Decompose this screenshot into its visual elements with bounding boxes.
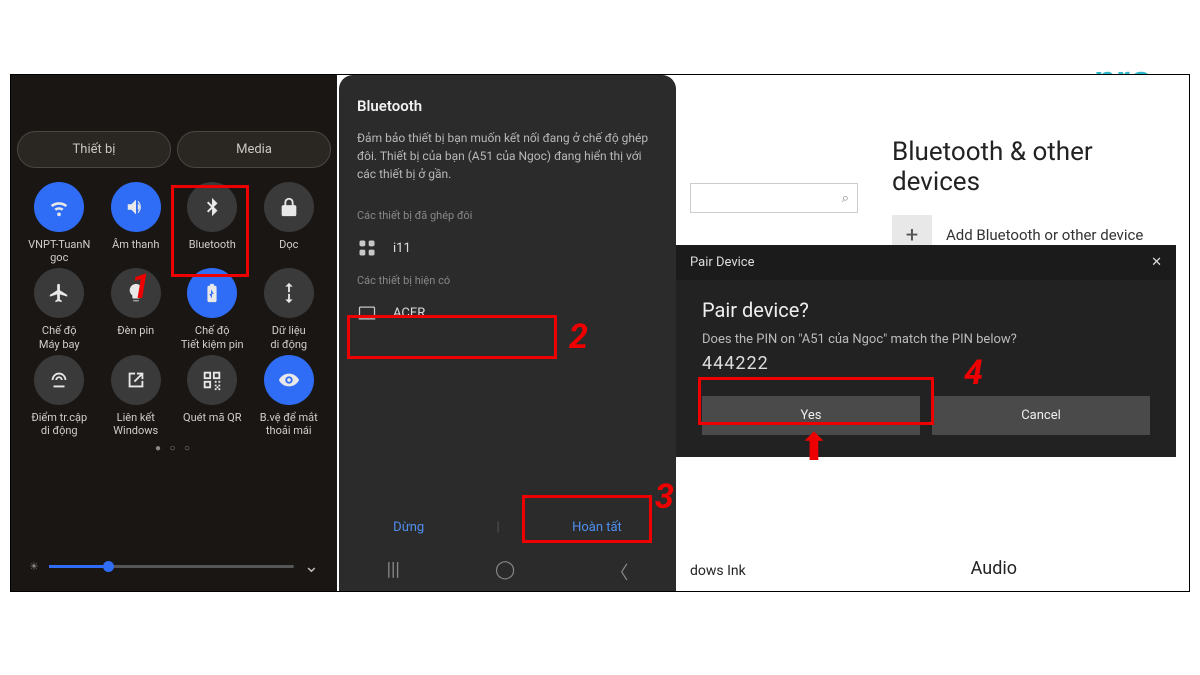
- hotspot-icon: [34, 355, 84, 405]
- wifi-icon: [34, 182, 84, 232]
- tile-label: VNPT-TuanN goc: [28, 238, 90, 264]
- qr-icon: [187, 355, 237, 405]
- tab-media[interactable]: Media: [177, 131, 331, 168]
- qs-tile-data[interactable]: Dữ liệu di động: [251, 268, 328, 350]
- highlight-done: [522, 495, 652, 543]
- sun-icon: ☀: [29, 560, 39, 573]
- qs-tile-battery[interactable]: Chế độ Tiết kiệm pin: [174, 268, 251, 350]
- add-device-label: Add Bluetooth or other device: [946, 226, 1143, 244]
- tile-label: Chế độ Máy bay: [39, 324, 80, 350]
- tile-label: Âm thanh: [112, 238, 159, 264]
- step-number-4: 4: [964, 353, 983, 393]
- tile-label: Chế độ Tiết kiệm pin: [181, 324, 244, 350]
- pairing-pin: 444222: [702, 353, 1150, 374]
- page-title: Bluetooth & other devices: [892, 137, 1165, 197]
- step-number-1: 1: [131, 267, 150, 307]
- panel-title: Bluetooth: [357, 97, 658, 115]
- qs-tile-plane[interactable]: Chế độ Máy bay: [21, 268, 98, 350]
- paired-device-i11[interactable]: i11: [339, 226, 676, 270]
- highlight-acer: [347, 315, 557, 359]
- nav-back-icon[interactable]: 〈: [610, 559, 628, 585]
- section-audio: Audio: [971, 558, 1017, 579]
- section-available: Các thiết bị hiện có: [339, 270, 676, 291]
- dialog-title: Pair Device: [690, 255, 755, 270]
- stop-button[interactable]: Dừng: [393, 520, 424, 535]
- tile-label: Dọc: [279, 238, 298, 264]
- search-input[interactable]: ⌕: [690, 183, 858, 213]
- tile-label: Liên kết Windows: [113, 411, 158, 437]
- tutorial-frame: Thiết bị Media VNPT-TuanN goc Âm thanh Blu…: [10, 74, 1190, 592]
- android-quicksettings-panel: Thiết bị Media VNPT-TuanN gocÂm thanhBlu…: [11, 75, 337, 591]
- qs-tile-eye[interactable]: B.vệ để mắt thoải mái: [251, 355, 328, 437]
- close-icon[interactable]: ✕: [1151, 255, 1162, 270]
- qs-tile-hotspot[interactable]: Điểm tr.cập di động: [21, 355, 98, 437]
- arrow-up-icon: ⬆: [798, 425, 830, 470]
- plane-icon: [34, 268, 84, 318]
- section-paired: Các thiết bị đã ghép đôi: [339, 205, 676, 226]
- android-bluetooth-panel: Bluetooth Đảm bảo thiết bị bạn muốn kết …: [339, 75, 676, 591]
- nav-home-icon[interactable]: ◯: [495, 559, 515, 585]
- tab-devices[interactable]: Thiết bị: [17, 131, 171, 168]
- tile-label: Dữ liệu di động: [270, 324, 307, 350]
- qs-tile-wifi[interactable]: VNPT-TuanN goc: [21, 182, 98, 264]
- dialog-question: Pair device?: [702, 298, 1150, 322]
- section-windows-ink: dows Ink: [690, 563, 746, 579]
- nav-recents-icon[interactable]: |||: [387, 559, 400, 585]
- panel-description: Đảm bảo thiết bị bạn muốn kết nối đang ở…: [357, 129, 658, 183]
- tile-label: Quét mã QR: [183, 411, 242, 437]
- qs-tile-link[interactable]: Liên kết Windows: [98, 355, 175, 437]
- tile-label: Điểm tr.cập di động: [31, 411, 87, 437]
- sound-icon: [111, 182, 161, 232]
- step-number-3: 3: [655, 477, 674, 517]
- brightness-slider[interactable]: ☀ ⌄: [29, 556, 319, 577]
- pair-device-dialog: Pair Device ✕ Pair device? Does the PIN …: [676, 245, 1176, 457]
- qs-tile-lock[interactable]: Dọc: [251, 182, 328, 264]
- data-icon: [264, 268, 314, 318]
- windows-settings-panel: ⌕ Bluetooth & other devices + Add Blueto…: [676, 75, 1189, 591]
- tile-label: B.vệ để mắt thoải mái: [260, 411, 318, 437]
- highlight-yes: [698, 377, 934, 425]
- step-number-2: 2: [569, 317, 588, 357]
- tile-label: Đèn pin: [117, 324, 154, 350]
- page-indicator: ● ○ ○: [17, 443, 331, 454]
- device-label: i11: [393, 241, 411, 256]
- dialog-message: Does the PIN on "A51 của Ngoc" match the…: [702, 332, 1150, 347]
- search-icon: ⌕: [842, 191, 849, 206]
- link-icon: [111, 355, 161, 405]
- cancel-button[interactable]: Cancel: [932, 396, 1150, 435]
- earbuds-icon: [357, 238, 377, 258]
- eye-icon: [264, 355, 314, 405]
- lock-icon: [264, 182, 314, 232]
- highlight-bluetooth: [171, 185, 249, 277]
- chevron-down-icon[interactable]: ⌄: [304, 556, 319, 577]
- qs-tile-qr[interactable]: Quét mã QR: [174, 355, 251, 437]
- qs-tile-sound[interactable]: Âm thanh: [98, 182, 175, 264]
